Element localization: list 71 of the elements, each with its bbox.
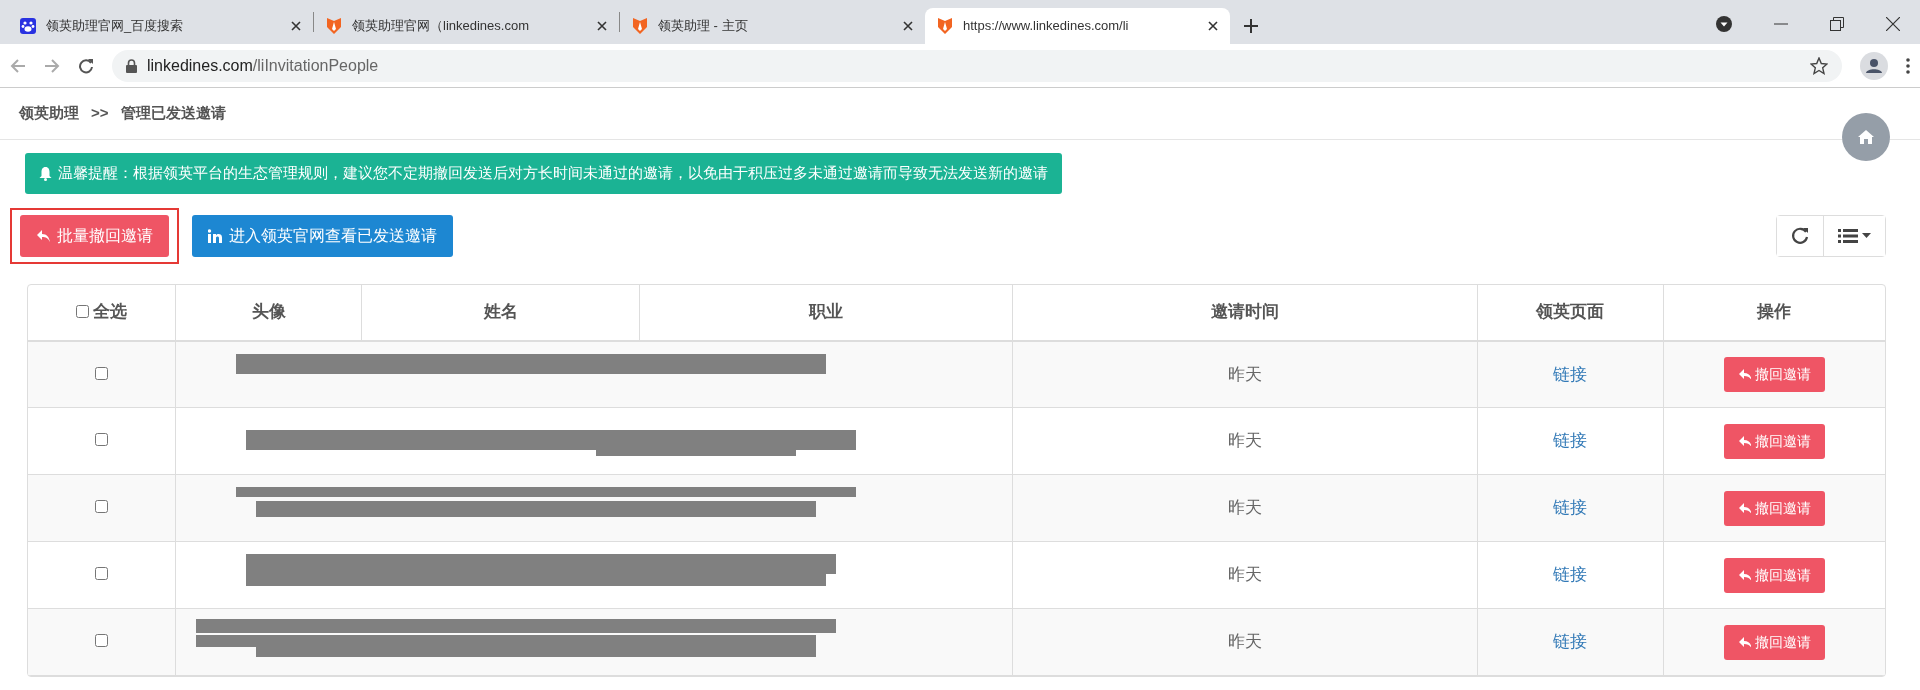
home-button[interactable] [1842,113,1890,161]
row-checkbox[interactable] [95,500,109,514]
revoke-button[interactable]: 撤回邀请 [1723,557,1825,593]
paw-icon [20,18,36,34]
browser-tab[interactable]: 领英助理官网（linkedines.com [314,8,619,44]
caret-icon [1862,233,1871,238]
browser-tab[interactable]: https://www.linkedines.com/li [925,8,1230,44]
new-tab-icon[interactable] [1244,19,1258,33]
reply-icon [1737,435,1751,447]
dropdown-icon[interactable] [1716,16,1732,32]
profile-link[interactable]: 链接 [1553,431,1588,451]
menu-icon[interactable] [1906,57,1910,74]
url-text: linkedines.com/liInvitationPeople [147,55,379,76]
fox-icon [326,17,342,35]
revoke-button[interactable]: 撤回邀请 [1723,356,1825,392]
invite-time: 昨天 [1228,431,1263,451]
star-icon[interactable] [1810,56,1828,75]
browser-tab[interactable]: 领英助理 - 主页 [620,8,925,44]
row-checkbox[interactable] [95,433,109,447]
close-icon[interactable] [903,21,913,31]
row-checkbox[interactable] [95,567,109,581]
column-header: 操作 [1757,302,1792,322]
close-icon[interactable] [291,21,301,31]
notice-text: 温馨提醒：根据领英平台的生态管理规则，建议您不定期撤回发送后对方长时间未通过的邀请，以免由于积压过多未通过邀请而导致无法发送新的邀请 [58,163,1048,183]
close-icon[interactable] [597,21,607,31]
fox-icon [632,17,648,35]
reply-icon [36,228,51,243]
reply-icon [1737,502,1751,514]
profile-link[interactable]: 链接 [1553,632,1588,652]
batch-revoke-button[interactable]: 批量撤回邀请 [20,214,169,257]
breadcrumb-item[interactable]: 领英助理 [19,102,79,125]
column-header: 职业 [809,302,844,322]
column-header: 邀请时间 [1211,302,1280,322]
reply-icon [1737,636,1751,648]
home-icon [1857,129,1875,145]
row-checkbox[interactable] [95,366,109,380]
browser-tab[interactable]: 领英助理官网_百度搜索 [8,8,313,44]
column-header: 头像 [251,302,286,322]
invite-time: 昨天 [1228,565,1263,585]
reply-icon [1737,569,1751,581]
breadcrumb-separator: >> [91,103,109,124]
select-all-checkbox[interactable] [76,304,90,318]
columns-button[interactable] [1823,215,1885,256]
column-header: 领英页面 [1536,302,1605,322]
close-icon[interactable] [1886,17,1900,31]
revoke-button[interactable]: 撤回邀请 [1723,490,1825,526]
select-all-label[interactable]: 全选 [93,298,128,325]
row-checkbox[interactable] [95,634,109,648]
invite-time: 昨天 [1228,364,1263,384]
fox-icon [937,17,953,35]
profile-link[interactable]: 链接 [1553,364,1588,384]
bell-icon [39,165,52,181]
revoke-button[interactable]: 撤回邀请 [1723,624,1825,660]
reply-icon [1737,368,1751,381]
restore-icon[interactable] [1830,17,1844,31]
revoke-button[interactable]: 撤回邀请 [1723,423,1825,459]
profile-icon[interactable] [1860,51,1888,80]
invite-time: 昨天 [1228,632,1263,652]
close-icon[interactable] [1208,21,1218,31]
address-bar[interactable]: linkedines.com/liInvitationPeople [112,49,1842,82]
open-site-button[interactable]: 进入领英官网查看已发送邀请 [192,214,453,257]
column-header: 姓名 [483,302,518,322]
breadcrumb-item[interactable]: 管理已发送邀请 [120,102,226,125]
invite-time: 昨天 [1228,498,1263,518]
reload-icon[interactable] [78,57,94,74]
profile-link[interactable]: 链接 [1553,498,1588,518]
linkedin-icon [208,228,223,243]
profile-link[interactable]: 链接 [1553,565,1588,585]
list-icon [1838,227,1858,244]
refresh-icon [1791,226,1809,245]
lock-icon [126,58,137,73]
